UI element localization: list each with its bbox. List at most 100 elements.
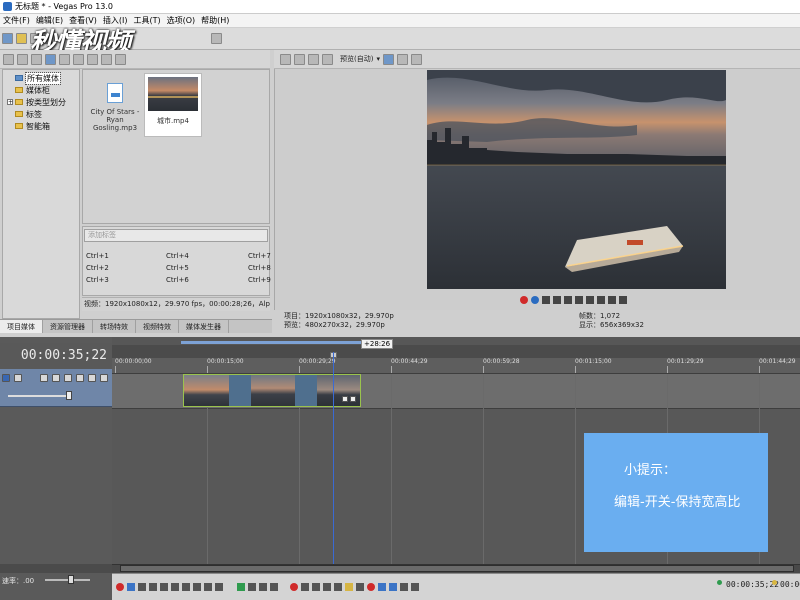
trim-icon[interactable] <box>301 583 309 591</box>
collapse-track-icon[interactable] <box>14 374 22 382</box>
more-options-icon[interactable] <box>100 374 108 382</box>
undo-icon[interactable] <box>211 33 222 44</box>
event-fx-icon[interactable] <box>350 396 356 402</box>
track-fx-icon[interactable] <box>76 374 84 382</box>
go-to-end-icon[interactable] <box>193 583 201 591</box>
search-icon[interactable] <box>115 53 126 65</box>
compositing-mode-icon[interactable] <box>88 374 96 382</box>
menu-options[interactable]: 选项(O) <box>164 15 199 26</box>
loop-icon[interactable] <box>531 296 539 304</box>
trim-start-icon[interactable] <box>312 583 320 591</box>
loop-region-bar[interactable] <box>181 341 361 344</box>
marker-icon[interactable] <box>356 583 364 591</box>
expand-icon[interactable]: + <box>7 99 13 106</box>
split-screen-icon[interactable] <box>322 53 333 65</box>
refresh-icon[interactable] <box>45 53 56 65</box>
pause-icon[interactable] <box>564 296 572 304</box>
envelope-tool-icon[interactable] <box>248 583 256 591</box>
next-frame-icon[interactable] <box>619 296 627 304</box>
ignore-grouping-icon[interactable] <box>411 583 419 591</box>
preview-transport-controls <box>520 294 627 306</box>
event-pan-crop-icon[interactable] <box>342 396 348 402</box>
fx-icon[interactable] <box>308 53 319 65</box>
video-clip[interactable] <box>183 374 361 407</box>
preview-settings-icon[interactable] <box>280 53 291 65</box>
delete-icon[interactable] <box>290 583 298 591</box>
tree-item-media-cabinet[interactable]: 媒体柜 <box>5 84 77 96</box>
tree-item-smart-bins[interactable]: 智能箱 <box>5 120 77 132</box>
stop-icon[interactable] <box>171 583 179 591</box>
preview-quality-dropdown[interactable]: 预览(自动) <box>340 54 373 64</box>
split-icon[interactable] <box>334 583 342 591</box>
play-from-start-icon[interactable] <box>138 583 146 591</box>
time-ruler[interactable]: 00:00:00;00 00:00:15;00 00:00:29;29 00:0… <box>112 358 800 374</box>
overlays-icon[interactable] <box>382 53 394 65</box>
delete-icon[interactable] <box>59 53 70 65</box>
record-icon[interactable] <box>520 296 528 304</box>
tree-item-label: 媒体柜 <box>26 85 50 95</box>
region-icon[interactable] <box>367 583 375 591</box>
record-icon[interactable] <box>116 583 124 591</box>
folder-icon <box>15 87 23 93</box>
menu-tools[interactable]: 工具(T) <box>130 15 163 26</box>
get-media-icon[interactable] <box>31 53 42 65</box>
capture-icon[interactable] <box>17 53 28 65</box>
tab-explorer[interactable]: 资源管理器 <box>43 320 93 333</box>
play-icon[interactable] <box>149 583 157 591</box>
rate-slider-knob[interactable] <box>68 575 74 584</box>
preview-toolbar: 预览(自动) ▾ <box>274 50 800 69</box>
tree-item-tags[interactable]: 标签 <box>5 108 77 120</box>
pause-icon[interactable] <box>160 583 168 591</box>
next-frame-icon[interactable] <box>215 583 223 591</box>
lock-icon[interactable] <box>345 583 353 591</box>
play-icon[interactable] <box>553 296 561 304</box>
go-to-start-icon[interactable] <box>182 583 190 591</box>
open-folder-icon[interactable] <box>16 33 27 44</box>
save-snapshot-icon[interactable] <box>410 53 422 65</box>
copy-snapshot-icon[interactable] <box>396 53 408 65</box>
video-track-header[interactable] <box>0 369 112 407</box>
level-slider-track[interactable] <box>8 395 72 397</box>
tip-title: 小提示： <box>624 463 677 478</box>
track-motion-icon[interactable] <box>64 374 72 382</box>
zoom-tool-icon[interactable] <box>270 583 278 591</box>
prev-frame-icon[interactable] <box>204 583 212 591</box>
tree-item-by-type[interactable]: + 按类型划分 <box>5 96 77 108</box>
media-file-mp4[interactable]: 城市.mp4 <box>144 73 202 137</box>
properties-icon[interactable] <box>73 53 84 65</box>
selection-tool-icon[interactable] <box>259 583 267 591</box>
tab-video-fx[interactable]: 视频特效 <box>136 320 179 333</box>
ruler-tick-label: 00:01:29;29 <box>667 358 704 373</box>
clip-gap <box>295 375 317 406</box>
timeline-scrollbar-thumb[interactable] <box>120 565 794 572</box>
loop-icon[interactable] <box>127 583 135 591</box>
tab-project-media[interactable]: 项目媒体 <box>0 320 43 333</box>
tree-item-all-media[interactable]: 所有媒体 <box>5 71 77 85</box>
level-slider-knob[interactable] <box>66 391 72 400</box>
prev-frame-icon[interactable] <box>608 296 616 304</box>
go-to-end-icon[interactable] <box>597 296 605 304</box>
new-project-icon[interactable] <box>2 33 13 44</box>
menu-help[interactable]: 帮助(H) <box>198 15 232 26</box>
tag-input[interactable]: 添加标签 <box>84 229 268 242</box>
auto-ripple-icon[interactable] <box>389 583 397 591</box>
go-to-start-icon[interactable] <box>586 296 594 304</box>
effects-icon[interactable] <box>87 53 98 65</box>
external-monitor-icon[interactable] <box>294 53 305 65</box>
chevron-down-icon[interactable]: ▾ <box>376 55 380 63</box>
media-file-mp3[interactable]: City Of Stars - Ryan Gosling.mp3 <box>86 75 144 132</box>
menu-file[interactable]: 文件(F) <box>0 15 33 26</box>
tab-transitions[interactable]: 转场特效 <box>93 320 136 333</box>
tab-media-generators[interactable]: 媒体发生器 <box>179 320 229 333</box>
snapping-icon[interactable] <box>378 583 386 591</box>
trim-end-icon[interactable] <box>323 583 331 591</box>
lock-envelopes-icon[interactable] <box>400 583 408 591</box>
normal-edit-tool-icon[interactable] <box>237 583 245 591</box>
views-icon[interactable] <box>101 53 112 65</box>
mute-icon[interactable] <box>40 374 48 382</box>
media-files-area: City Of Stars - Ryan Gosling.mp3 城市.mp4 <box>82 69 270 224</box>
import-media-icon[interactable] <box>3 53 14 65</box>
solo-icon[interactable] <box>52 374 60 382</box>
play-from-start-icon[interactable] <box>542 296 550 304</box>
stop-icon[interactable] <box>575 296 583 304</box>
